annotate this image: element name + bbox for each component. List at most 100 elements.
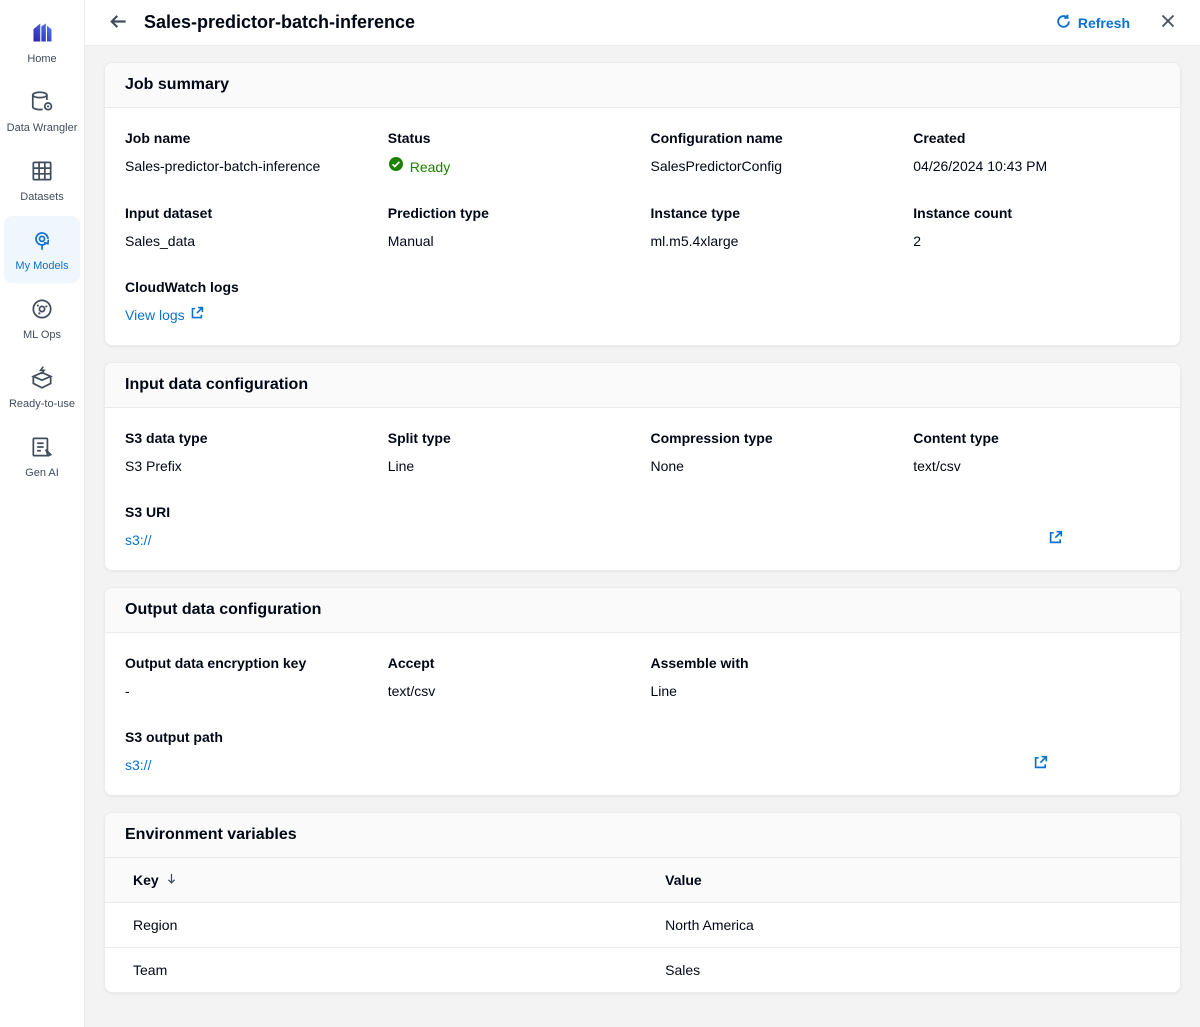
cell-value: North America [637, 903, 1180, 948]
field-value: Sales_data [125, 231, 372, 251]
success-check-icon [388, 156, 404, 177]
status-badge: Ready [388, 156, 635, 177]
field-value: 2 [913, 231, 1160, 251]
cell-key: Team [105, 948, 637, 993]
data-wrangler-icon [29, 89, 55, 115]
canvas-logo-icon [29, 19, 56, 46]
s3-output-path-link[interactable]: s3:// [125, 755, 151, 775]
field-value: Line [651, 681, 898, 701]
refresh-button[interactable]: Refresh [1056, 14, 1130, 32]
field-compression-type: Compression type None [651, 428, 898, 476]
sidebar-item-my-models[interactable]: My Models [4, 216, 80, 283]
sidebar-item-label: My Models [15, 260, 68, 273]
sidebar-item-label: Ready-to-use [9, 398, 75, 411]
ml-ops-icon [29, 296, 55, 322]
column-header-key[interactable]: Key [105, 858, 637, 903]
card-body: S3 data type S3 Prefix Split type Line C… [105, 408, 1180, 570]
field-label: S3 output path [125, 727, 223, 747]
close-icon [1160, 13, 1176, 32]
field-prediction-type: Prediction type Manual [388, 203, 635, 251]
table-row: Region North America [105, 903, 1180, 948]
sidebar-item-home[interactable]: Home [4, 8, 80, 76]
sidebar-item-label: Data Wrangler [7, 122, 78, 135]
open-s3-output-path-button[interactable] [1031, 753, 1050, 775]
page-title: Sales-predictor-batch-inference [144, 12, 415, 33]
input-data-configuration-card: Input data configuration S3 data type S3… [104, 362, 1181, 571]
field-label: Instance type [651, 203, 898, 223]
cell-value: Sales [637, 948, 1180, 993]
field-label: Instance count [913, 203, 1160, 223]
field-accept: Accept text/csv [388, 653, 635, 701]
field-content-type: Content type text/csv [913, 428, 1160, 476]
external-link-icon [1033, 755, 1048, 773]
field-label: Input dataset [125, 203, 372, 223]
field-label: S3 URI [125, 502, 170, 522]
card-header: Input data configuration [105, 363, 1180, 408]
my-models-icon [29, 227, 55, 253]
field-label: Compression type [651, 428, 898, 448]
field-job-name: Job name Sales-predictor-batch-inference [125, 128, 372, 177]
field-output-data-encryption-key: Output data encryption key - [125, 653, 372, 701]
sidebar-item-datasets[interactable]: Datasets [4, 147, 80, 214]
open-s3-uri-button[interactable] [1046, 528, 1065, 550]
card-body: Job name Sales-predictor-batch-inference… [105, 108, 1180, 345]
field-value: text/csv [388, 681, 635, 701]
field-value: 04/26/2024 10:43 PM [913, 156, 1160, 176]
field-cloudwatch-logs: CloudWatch logs View logs [125, 277, 1160, 325]
field-value: Manual [388, 231, 635, 251]
field-instance-type: Instance type ml.m5.4xlarge [651, 203, 898, 251]
link-text: View logs [125, 305, 185, 325]
field-s3-uri: S3 URI s3:// [125, 502, 1160, 550]
main-area: Sales-predictor-batch-inference Refresh [85, 0, 1200, 1027]
field-assemble-with: Assemble with Line [651, 653, 898, 701]
content-area: Job summary Job name Sales-predictor-bat… [85, 46, 1200, 1027]
card-header: Output data configuration [105, 588, 1180, 633]
field-label: Accept [388, 653, 635, 673]
card-title: Job summary [125, 76, 1160, 94]
field-created: Created 04/26/2024 10:43 PM [913, 128, 1160, 177]
sidebar-item-data-wrangler[interactable]: Data Wrangler [4, 78, 80, 145]
field-value: ml.m5.4xlarge [651, 231, 898, 251]
sidebar-item-label: Home [27, 53, 56, 66]
field-label: Split type [388, 428, 635, 448]
field-label: Prediction type [388, 203, 635, 223]
card-title: Input data configuration [125, 376, 1160, 394]
field-value: - [125, 681, 372, 701]
app-window: Home Data Wrangler Datase [0, 0, 1200, 1027]
refresh-icon [1056, 14, 1071, 32]
field-value: None [651, 456, 898, 476]
sidebar-item-gen-ai[interactable]: Gen AI [4, 423, 80, 490]
back-button[interactable] [107, 10, 130, 36]
card-header: Job summary [105, 63, 1180, 108]
field-input-dataset: Input dataset Sales_data [125, 203, 372, 251]
datasets-icon [29, 158, 55, 184]
field-value: SalesPredictorConfig [651, 156, 898, 176]
table-header-row: Key Value [105, 858, 1180, 903]
field-label: S3 data type [125, 428, 372, 448]
s3-uri-link[interactable]: s3:// [125, 530, 151, 550]
field-label: Configuration name [651, 128, 898, 148]
ready-to-use-icon [29, 365, 55, 391]
sidebar-item-ml-ops[interactable]: ML Ops [4, 285, 80, 352]
sidebar: Home Data Wrangler Datase [0, 0, 85, 1027]
field-instance-count: Instance count 2 [913, 203, 1160, 251]
field-value: S3 Prefix [125, 456, 372, 476]
refresh-label: Refresh [1078, 15, 1130, 31]
output-data-fields: Output data encryption key - Accept text… [125, 653, 1160, 701]
column-label: Value [665, 872, 702, 888]
close-button[interactable] [1158, 11, 1178, 34]
environment-variables-table: Key Value [105, 858, 1180, 992]
field-configuration-name: Configuration name SalesPredictorConfig [651, 128, 898, 177]
card-body: Output data encryption key - Accept text… [105, 633, 1180, 795]
card-title: Environment variables [125, 826, 1160, 844]
cell-key: Region [105, 903, 637, 948]
view-logs-link[interactable]: View logs [125, 305, 204, 325]
sidebar-item-label: Datasets [20, 191, 63, 204]
field-s3-output-path: S3 output path s3:// [125, 727, 1160, 775]
sidebar-item-label: Gen AI [25, 467, 59, 480]
sidebar-item-ready-to-use[interactable]: Ready-to-use [4, 354, 80, 421]
environment-variables-card: Environment variables Key [104, 812, 1181, 993]
field-label: Content type [913, 428, 1160, 448]
sidebar-item-label: ML Ops [23, 329, 61, 342]
column-header-value: Value [637, 858, 1180, 903]
